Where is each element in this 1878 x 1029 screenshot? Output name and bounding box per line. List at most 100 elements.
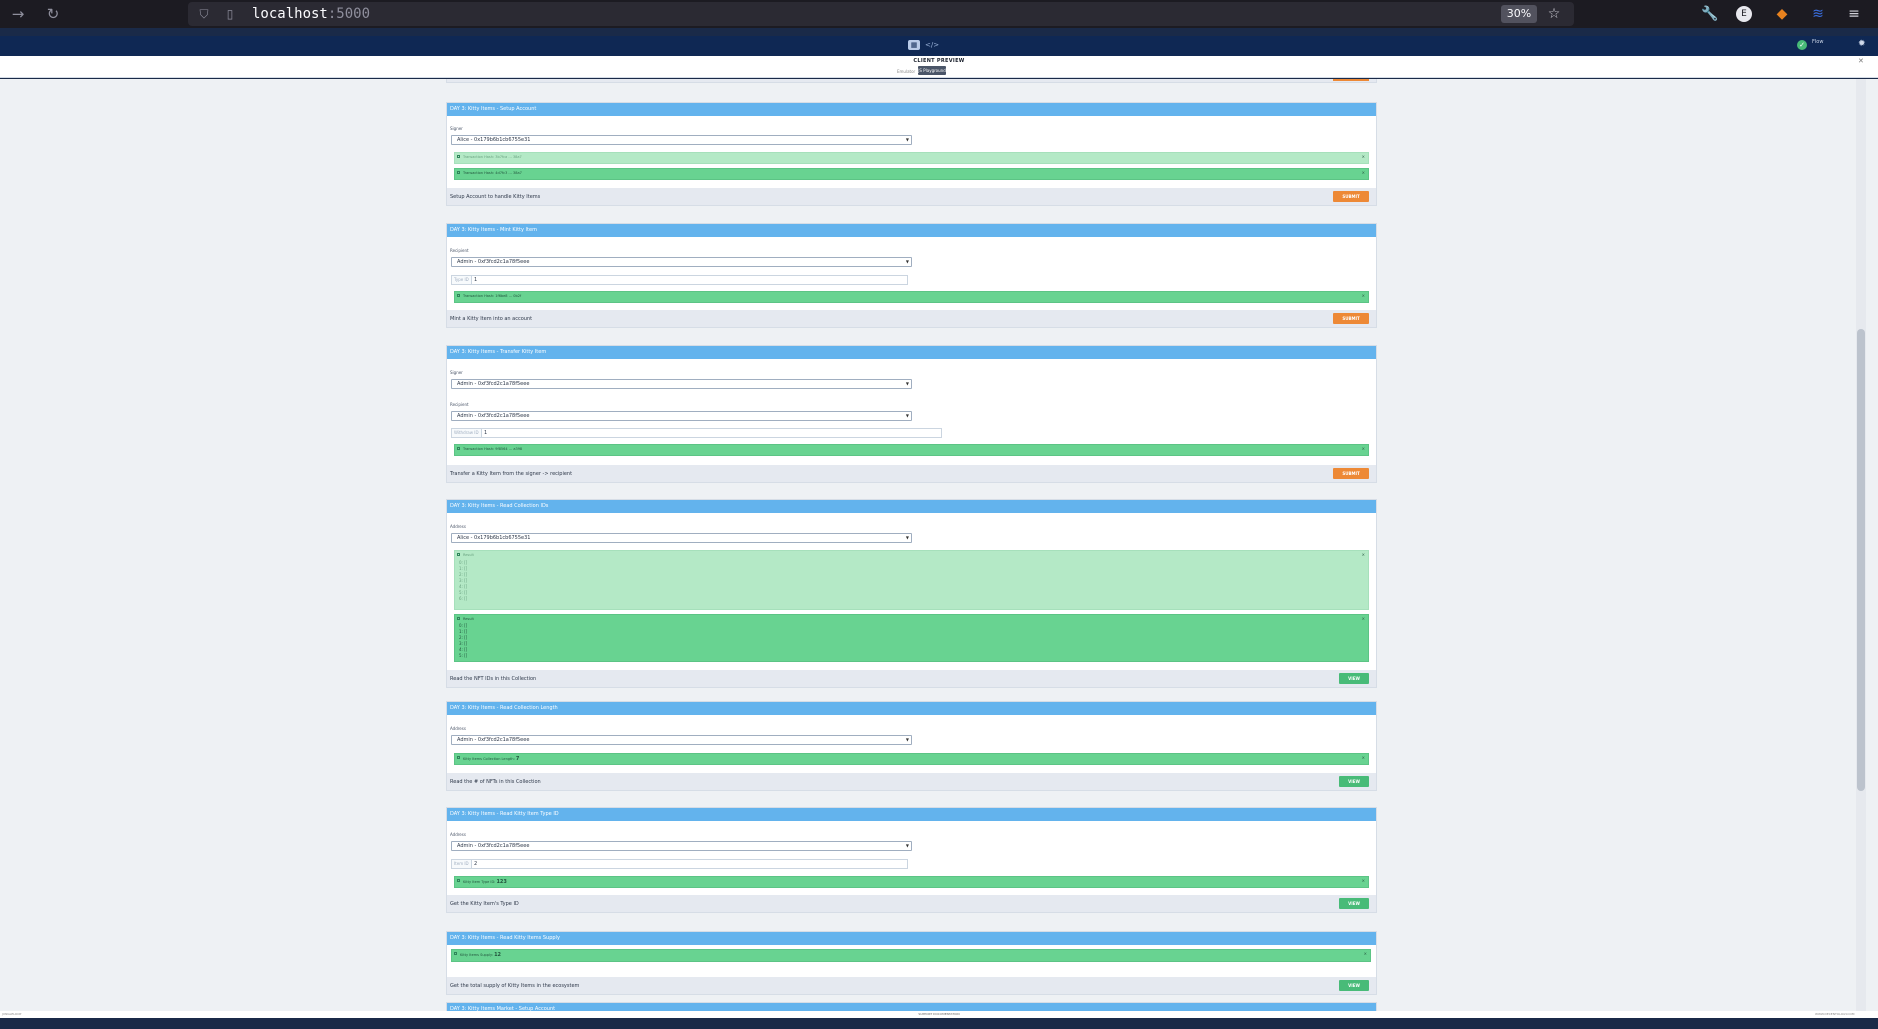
checkbox-icon[interactable]: [457, 294, 460, 297]
address-select[interactable]: Admin - 0xf3fcd2c1a78f5eee ▼: [451, 841, 912, 851]
reload-icon[interactable]: ↻: [43, 4, 63, 24]
grid-view-icon[interactable]: ▦: [908, 40, 920, 50]
recipient-label: Recipient: [450, 402, 469, 407]
url-text[interactable]: localhost:5000: [252, 4, 370, 24]
close-icon[interactable]: ×: [1362, 755, 1365, 760]
recipient-select[interactable]: Admin - 0xf3fcd2c1a78f5eee ▼: [451, 411, 912, 421]
type-id-input[interactable]: 1: [474, 276, 477, 284]
card-footer: Read the NFT IDs in this Collection VIEW: [447, 670, 1376, 687]
recipient-label: Recipient: [450, 248, 469, 253]
result-panel: Result × 0: [] 1: [] 2: [] 3: [] 4: [] 5…: [454, 550, 1369, 610]
chevron-down-icon: ▼: [905, 381, 909, 386]
footer-website-link[interactable]: WWW.DECENTOLOGY.COM: [1815, 1012, 1854, 1016]
result-panel: Transaction Hash: 1f6be8 … 0b2f ×: [454, 291, 1369, 303]
card-title: DAY 3: Kitty Items Market - Setup Accoun…: [447, 1003, 1376, 1011]
close-icon[interactable]: ×: [1362, 170, 1365, 175]
signer-select[interactable]: Admin - 0xf3fcd2c1a78f5eee ▼: [451, 379, 912, 389]
result-panel: Transaction Hash: 9f8564 … a398 ×: [454, 444, 1369, 456]
browser-toolbar: → ↻ ⛉ ▯ localhost:5000 30% ☆ 🔧 E ◆ ≋ ≡: [0, 0, 1878, 28]
forward-icon[interactable]: →: [8, 4, 28, 24]
gear-icon[interactable]: ✹: [1858, 39, 1866, 49]
close-icon[interactable]: ✕: [1858, 57, 1864, 65]
bookmark-star-icon[interactable]: ☆: [1544, 4, 1564, 24]
result-header: Result: [463, 553, 474, 557]
checkbox-icon[interactable]: [457, 447, 460, 450]
card-read-collection-length: DAY 3: Kitty Items - Read Collection Len…: [446, 701, 1377, 791]
card-title: DAY 3: Kitty Items - Mint Kitty Item: [447, 224, 1376, 237]
card-description: Mint a Kitty Item into an account: [450, 316, 533, 322]
close-icon[interactable]: ×: [1364, 951, 1367, 956]
page-footer: JUNGLELOOP SUPPORT DOCUMENTATION WWW.DEC…: [0, 1011, 1878, 1018]
close-icon[interactable]: ×: [1362, 293, 1365, 298]
close-icon[interactable]: ×: [1362, 616, 1365, 621]
shield-icon[interactable]: ⛉: [194, 4, 214, 24]
footer-support-link[interactable]: SUPPORT DOCUMENTATION: [0, 1012, 1878, 1016]
code-view-icon[interactable]: </>: [925, 40, 939, 50]
card-title: DAY 3: Kitty Items - Transfer Kitty Item: [447, 346, 1376, 359]
close-icon[interactable]: ×: [1362, 878, 1365, 883]
type-id-input-group[interactable]: Type ID 1: [451, 275, 908, 285]
result-line: 5: []: [459, 590, 468, 595]
result-panel: Transaction Hash: 4d7fc3 … 38a7 ×: [454, 168, 1369, 180]
checkbox-icon[interactable]: [457, 155, 460, 158]
withdraw-id-input-group[interactable]: Withdraw ID 1: [451, 428, 942, 438]
result-line: 0: []: [459, 623, 468, 628]
submit-button[interactable]: SUBMIT: [1333, 468, 1369, 479]
result-line: 1: []: [459, 566, 468, 571]
close-icon[interactable]: ×: [1362, 446, 1365, 451]
signer-select[interactable]: Alice - 0x179b6b1cb6755e31 ▼: [451, 135, 912, 145]
submit-button[interactable]: SUBMIT: [1333, 191, 1369, 202]
profile-avatar[interactable]: E: [1736, 6, 1752, 22]
close-icon[interactable]: ×: [1362, 154, 1365, 159]
checkbox-icon[interactable]: [457, 553, 460, 556]
close-icon[interactable]: ×: [1362, 552, 1365, 557]
checkbox-icon[interactable]: [457, 171, 460, 174]
card-title: DAY 3: Kitty Items - Read Kitty Items Su…: [447, 932, 1376, 945]
result-line: 4: []: [459, 584, 468, 589]
checkbox-icon[interactable]: [457, 879, 460, 882]
result-line: 0: []: [459, 560, 468, 565]
url-bar[interactable]: ⛉ ▯ localhost:5000 30% ☆: [188, 2, 1574, 26]
hamburger-menu-icon[interactable]: ≡: [1844, 4, 1864, 24]
result-panel: Result × 0: [] 1: [] 2: [] 3: [] 4: [] 5…: [454, 614, 1369, 662]
submit-button[interactable]: [1333, 79, 1369, 81]
zoom-level-badge[interactable]: 30%: [1501, 5, 1537, 23]
tab-js-playground[interactable]: JS Playground: [918, 66, 946, 75]
view-button[interactable]: VIEW: [1339, 980, 1369, 991]
checkbox-icon[interactable]: [457, 617, 460, 620]
chevron-down-icon: ▼: [905, 137, 909, 142]
withdraw-id-input[interactable]: 1: [484, 429, 487, 437]
address-select[interactable]: Admin - 0xf3fcd2c1a78f5eee ▼: [451, 735, 912, 745]
view-button[interactable]: VIEW: [1339, 898, 1369, 909]
view-button[interactable]: VIEW: [1339, 776, 1369, 787]
submit-button[interactable]: SUBMIT: [1333, 313, 1369, 324]
recipient-select[interactable]: Admin - 0xf3fcd2c1a78f5eee ▼: [451, 257, 912, 267]
checkbox-icon[interactable]: [457, 756, 460, 759]
chevron-down-icon: ▼: [905, 535, 909, 540]
result-line: 2: []: [459, 572, 468, 577]
result-line: 2: []: [459, 635, 468, 640]
scrollbar-thumb[interactable]: [1857, 329, 1865, 791]
item-id-input[interactable]: 2: [474, 860, 477, 868]
card-title: DAY 3: Kitty Items - Read Kitty Item Typ…: [447, 808, 1376, 821]
card-description: Read the NFT IDs in this Collection: [450, 676, 537, 682]
fox-extension-icon[interactable]: ◆: [1772, 4, 1792, 24]
signer-label: Signer: [450, 370, 463, 375]
card-title: DAY 3: Kitty Items - Read Collection Len…: [447, 702, 1376, 715]
layers-extension-icon[interactable]: ≋: [1808, 4, 1828, 24]
card-description: Setup Account to handle Kitty Items: [450, 194, 541, 200]
tab-emulator[interactable]: Emulator: [897, 69, 915, 74]
card-read-type-id: DAY 3: Kitty Items - Read Kitty Item Typ…: [446, 807, 1377, 913]
wrench-icon[interactable]: 🔧: [1700, 4, 1720, 24]
item-id-input-group[interactable]: Item ID 2: [451, 859, 908, 869]
chevron-down-icon: ▼: [905, 413, 909, 418]
withdraw-id-label: Withdraw ID: [452, 429, 482, 437]
address-select[interactable]: Alice - 0x179b6b1cb6755e31 ▼: [451, 533, 912, 543]
address-label: Address: [450, 832, 466, 837]
view-button[interactable]: VIEW: [1339, 673, 1369, 684]
card-description: Get the Kitty Item's Type ID: [450, 901, 519, 907]
app-top-bar: ▦ </> ✓ Flow ✹: [0, 36, 1878, 56]
signer-label: Signer: [450, 126, 463, 131]
checkbox-icon[interactable]: [454, 952, 457, 955]
card-transfer-kitty-item: DAY 3: Kitty Items - Transfer Kitty Item…: [446, 345, 1377, 483]
